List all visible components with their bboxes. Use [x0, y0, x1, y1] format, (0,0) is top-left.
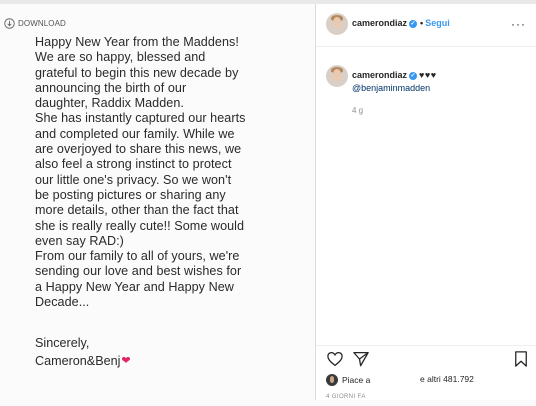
download-icon: [4, 18, 15, 29]
caption-mention-link[interactable]: @benjaminmadden: [352, 83, 430, 93]
avatar[interactable]: [326, 13, 348, 35]
liked-by-row: Piace a: [326, 374, 370, 386]
download-label: DOWNLOAD: [18, 19, 66, 28]
heart-icon[interactable]: [326, 350, 344, 368]
verified-badge-icon: ✓: [409, 71, 418, 80]
signature: Cameron&Benj ❤: [35, 354, 131, 369]
announcement-text: Happy New Year from the Maddens! We are …: [35, 35, 246, 310]
send-icon[interactable]: [352, 350, 370, 368]
download-button[interactable]: DOWNLOAD: [4, 18, 66, 29]
actions-bar: Piace a e altri 481.792 4 GIORNI FA: [316, 345, 536, 406]
post-image: DOWNLOAD Happy New Year from the Maddens…: [0, 4, 316, 400]
caption-age: 4 g: [352, 106, 364, 115]
liked-by-count[interactable]: e altri 481.792: [420, 374, 474, 384]
verified-badge-icon: ✓: [409, 19, 418, 28]
caption-avatar[interactable]: [326, 65, 348, 87]
caption-hearts: ♥♥♥: [419, 70, 437, 80]
separator-dot: •: [420, 18, 424, 28]
header-username-row: camerondiaz ✓ • Segui: [352, 18, 450, 28]
follow-button[interactable]: Segui: [425, 18, 450, 28]
caption-username-row: camerondiaz ✓ ♥♥♥: [352, 70, 437, 80]
caption-username[interactable]: camerondiaz: [352, 70, 407, 80]
liker-avatar[interactable]: [326, 374, 338, 386]
bookmark-icon[interactable]: [512, 350, 530, 368]
signoff-text: Sincerely,: [35, 336, 90, 350]
header-username[interactable]: camerondiaz: [352, 18, 407, 28]
post-header: camerondiaz ✓ • Segui ···: [316, 4, 536, 47]
liked-by-prefix: Piace a: [342, 375, 371, 385]
post-date[interactable]: 4 GIORNI FA: [326, 394, 366, 400]
side-panel: camerondiaz ✓ • Segui ··· camerondiaz ✓ ♥♥♥ @…: [316, 4, 536, 400]
instagram-post-window: DOWNLOAD Happy New Year from the Maddens…: [0, 0, 536, 400]
red-heart-icon: ❤: [121, 355, 131, 367]
more-options-icon[interactable]: ···: [511, 17, 526, 31]
signature-text: Cameron&Benj: [35, 354, 121, 368]
